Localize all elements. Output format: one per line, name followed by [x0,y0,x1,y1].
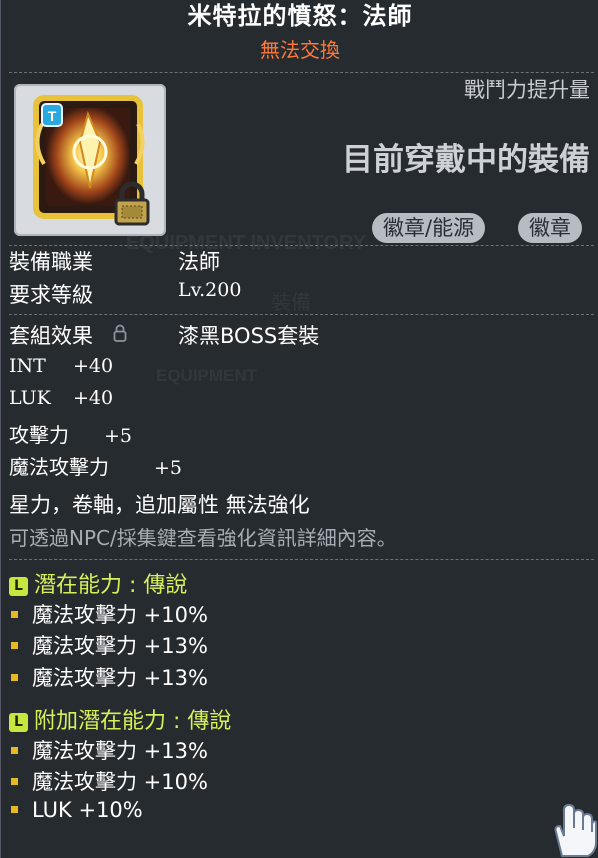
bullet-icon [11,747,18,754]
currently-equipped-label: 目前穿戴中的裝備 [342,142,590,178]
stat-magic-attack-name: 魔法攻擊力 [9,455,109,479]
glove-cursor-icon [554,803,597,857]
no-enhance-note: 星力，卷軸，追加屬性 無法強化 [9,493,310,517]
bonus-potential-line: 魔法攻擊力 +10% [11,766,208,796]
item-icon-frame: T [14,84,166,236]
stat-magic-attack-value: +5 [154,457,183,479]
small-lock-icon [113,324,127,342]
bonus-potential-line: LUK +10% [11,798,143,822]
level-value: Lv.200 [178,279,242,301]
divider-top [9,72,594,73]
job-value: 法師 [178,250,220,274]
potential-title: 潛在能力 : 傳說 [34,573,188,598]
potential-line: 魔法攻擊力 +10% [11,599,208,629]
potential-header: L 潛在能力 : 傳說 [9,567,187,599]
bullet-icon [11,674,18,681]
potential-line-text: 魔法攻擊力 +13% [32,666,208,690]
power-up-label: 戰鬥力提升量 [464,78,590,102]
stat-int-name: INT [9,355,46,377]
stat-luk-value: +40 [73,387,114,409]
trade-status: 無法交換 [260,38,340,62]
tag-badge-energy: 徽章/能源 [372,213,486,243]
set-effect-value: 漆黑BOSS套裝 [178,324,320,348]
bullet-icon [11,611,18,618]
stat-attack: 攻擊力 +5 [9,419,132,448]
set-effect-label: 套組效果 [9,324,93,348]
legendary-badge: L [9,713,28,732]
stat-magic-attack: 魔法攻擊力 +5 [9,451,182,480]
divider-notes [9,559,594,560]
stat-attack-value: +5 [104,425,133,447]
stat-luk-name: LUK [9,387,51,409]
bonus-potential-header: L 附加潛在能力 : 傳說 [9,703,231,735]
divider-requirements [9,314,594,315]
item-name: 米特拉的憤怒：法師 [187,2,413,30]
potential-line-text: 魔法攻擊力 +13% [32,634,208,658]
stat-luk: LUK +40 [9,387,113,409]
bonus-potential-line-text: 魔法攻擊力 +10% [32,770,208,794]
bonus-potential-line-text: 魔法攻擊力 +13% [32,739,208,763]
tag-badge: 徽章 [518,213,582,243]
bonus-potential-line: 魔法攻擊力 +13% [11,735,208,765]
bonus-potential-line-text: LUK +10% [32,798,143,822]
svg-text:T: T [48,108,57,124]
bg-equipment-tab: 裝備 [271,290,311,314]
bullet-icon [11,778,18,785]
stat-int-value: +40 [73,355,114,377]
stat-attack-name: 攻擊力 [9,423,69,447]
divider-icon [9,245,594,246]
lock-icon [114,181,150,226]
job-label: 裝備職業 [9,250,93,274]
bonus-potential-title: 附加潛在能力 : 傳說 [34,709,232,734]
potential-line: 魔法攻擊力 +13% [11,662,208,692]
potential-line-text: 魔法攻擊力 +10% [32,603,208,627]
item-tooltip: EQUIPMENT INVENTORY 裝備 EQUIPMENT 米特拉的憤怒：… [0,0,598,858]
bullet-icon [11,642,18,649]
level-label: 要求等級 [9,283,93,307]
potential-line: 魔法攻擊力 +13% [11,630,208,660]
stat-int: INT +40 [9,355,113,377]
legendary-badge: L [9,577,28,596]
bullet-icon [11,806,18,813]
bg-equipment-label: EQUIPMENT [156,366,258,385]
npc-hint: 可透過NPC/採集鍵查看強化資訊詳細內容。 [9,526,397,550]
